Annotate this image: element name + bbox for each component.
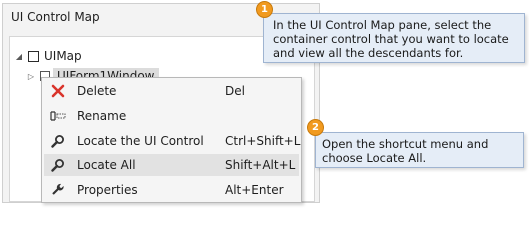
menu-item-label: Properties bbox=[77, 183, 138, 197]
menu-item-properties[interactable]: Properties Alt+Enter bbox=[44, 179, 299, 201]
callout-step-2: Open the shortcut menu and choose Locate… bbox=[315, 132, 524, 168]
menu-item-shortcut: Alt+Enter bbox=[225, 183, 284, 197]
menu-item-shortcut: Del bbox=[225, 84, 245, 98]
menu-item-rename[interactable]: Rename bbox=[44, 105, 299, 127]
search-icon bbox=[50, 133, 66, 149]
menu-item-label: Delete bbox=[77, 84, 117, 98]
expanded-triangle-icon[interactable]: ◢ bbox=[14, 51, 24, 61]
menu-item-shortcut: Ctrl+Shift+L bbox=[225, 134, 301, 148]
window-node-icon bbox=[28, 50, 39, 62]
callout-step-1: In the UI Control Map pane, select the c… bbox=[263, 13, 525, 63]
wrench-icon bbox=[50, 182, 66, 198]
menu-item-locate-all[interactable]: Locate All Shift+Alt+L bbox=[44, 154, 299, 176]
menu-item-shortcut: Shift+Alt+L bbox=[225, 158, 296, 172]
search-icon bbox=[50, 157, 66, 173]
menu-item-label: Locate All bbox=[77, 158, 136, 172]
menu-item-label: Locate the UI Control bbox=[77, 134, 204, 148]
context-menu: Delete Del Rename Locate the UI Control … bbox=[41, 77, 302, 203]
rename-icon bbox=[50, 108, 66, 124]
delete-x-icon bbox=[50, 83, 66, 99]
step-badge-1: 1 bbox=[256, 1, 273, 18]
callout-text: Open the shortcut menu and choose Locate… bbox=[322, 137, 489, 165]
collapsed-triangle-icon[interactable]: ▷ bbox=[26, 71, 36, 81]
menu-item-delete[interactable]: Delete Del bbox=[44, 80, 299, 102]
step-badge-2: 2 bbox=[307, 119, 324, 136]
menu-item-label: Rename bbox=[77, 109, 127, 123]
callout-text: In the UI Control Map pane, select the c… bbox=[273, 18, 509, 60]
pane-title: UI Control Map bbox=[11, 10, 100, 24]
menu-item-locate-ui-control[interactable]: Locate the UI Control Ctrl+Shift+L bbox=[44, 130, 301, 152]
tree-node-label: UIMap bbox=[44, 49, 82, 63]
tree-node-uimap[interactable]: ◢ UIMap bbox=[14, 47, 82, 65]
